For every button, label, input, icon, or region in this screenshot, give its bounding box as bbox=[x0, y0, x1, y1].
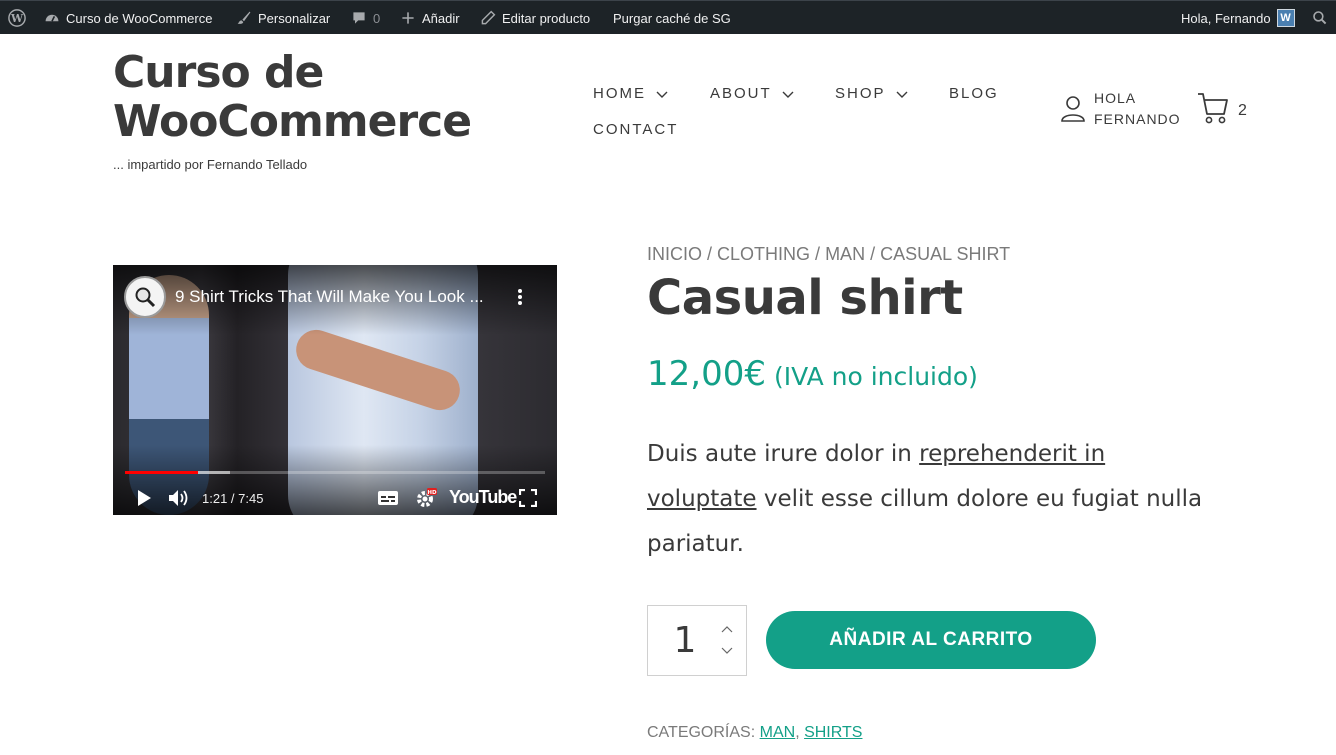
quantity-increase[interactable] bbox=[720, 624, 734, 634]
product-title: Casual shirt bbox=[647, 270, 963, 326]
nav-shop[interactable]: SHOP bbox=[835, 85, 908, 102]
account-greeting: HOLA bbox=[1094, 90, 1137, 106]
volume-icon bbox=[169, 490, 188, 506]
video-time: 1:21 / 7:45 bbox=[202, 491, 264, 506]
price-suffix: (IVA no incluido) bbox=[773, 362, 978, 391]
channel-avatar[interactable] bbox=[124, 276, 166, 318]
my-account-menu[interactable]: Hola, Fernando W bbox=[1181, 1, 1295, 35]
breadcrumb-separator: / bbox=[702, 244, 718, 264]
chevron-down-icon bbox=[721, 647, 733, 654]
cart-link[interactable]: 2 bbox=[1196, 90, 1247, 126]
fullscreen-icon bbox=[519, 489, 537, 507]
admin-bar: W Curso de WooCommerce Personalizar 0 Añ… bbox=[0, 0, 1336, 34]
breadcrumb-separator: / bbox=[865, 244, 881, 264]
customize-label: Personalizar bbox=[258, 10, 331, 26]
brush-icon bbox=[237, 11, 251, 24]
category-link-man[interactable]: MAN bbox=[760, 724, 796, 741]
subtitles-button[interactable] bbox=[377, 487, 399, 509]
admin-search[interactable] bbox=[1312, 1, 1328, 35]
breadcrumb-home[interactable]: INICIO bbox=[647, 244, 702, 264]
pencil-icon bbox=[481, 10, 496, 25]
gear-icon: HD bbox=[417, 488, 437, 507]
video-title[interactable]: 9 Shirt Tricks That Will Make You Look .… bbox=[175, 287, 505, 307]
site-name-menu[interactable]: Curso de WooCommerce bbox=[44, 1, 212, 35]
breadcrumb-man[interactable]: MAN bbox=[825, 244, 865, 264]
chevron-down-icon bbox=[656, 91, 668, 98]
video-progress-bar[interactable] bbox=[125, 471, 545, 474]
new-label: Añadir bbox=[422, 10, 460, 26]
plus-icon bbox=[402, 12, 414, 24]
account-link[interactable]: HOLA FERNANDO bbox=[1060, 88, 1181, 130]
admin-greeting: Hola, Fernando bbox=[1181, 10, 1271, 26]
quantity-input[interactable] bbox=[648, 606, 722, 675]
subtitles-icon bbox=[378, 491, 398, 505]
play-button[interactable] bbox=[133, 487, 155, 509]
category-separator: , bbox=[795, 724, 805, 741]
new-content-menu[interactable]: Añadir bbox=[400, 1, 460, 35]
avatar: W bbox=[1276, 9, 1295, 27]
play-icon bbox=[138, 490, 151, 506]
wordpress-logo[interactable]: W bbox=[8, 1, 26, 35]
customize-link[interactable]: Personalizar bbox=[236, 1, 330, 35]
quantity-stepper bbox=[647, 605, 747, 676]
purge-cache-link[interactable]: Purgar caché de SG bbox=[613, 1, 731, 35]
nav-about-label: ABOUT bbox=[710, 85, 772, 102]
wordpress-icon: W bbox=[8, 9, 26, 27]
volume-button[interactable] bbox=[167, 487, 191, 509]
edit-product-link[interactable]: Editar producto bbox=[480, 1, 590, 35]
categories-label: CATEGORÍAS: bbox=[647, 724, 756, 741]
product-short-description: Duis aute irure dolor in reprehenderit i… bbox=[647, 432, 1207, 567]
description-text-start: Duis aute irure dolor in bbox=[647, 441, 920, 467]
chevron-up-icon bbox=[721, 626, 733, 633]
purge-cache-label: Purgar caché de SG bbox=[613, 10, 731, 26]
dashboard-icon bbox=[45, 14, 59, 22]
price-amount: 12,00€ bbox=[647, 354, 766, 394]
breadcrumb-clothing[interactable]: CLOTHING bbox=[717, 244, 810, 264]
fullscreen-button[interactable] bbox=[517, 487, 539, 509]
breadcrumb-separator: / bbox=[810, 244, 826, 264]
nav-home-label: HOME bbox=[593, 85, 646, 102]
quantity-decrease[interactable] bbox=[720, 646, 734, 656]
site-title[interactable]: Curso de WooCommerce bbox=[113, 48, 493, 146]
add-to-cart-button[interactable]: AÑADIR AL CARRITO bbox=[766, 611, 1096, 669]
cart-icon bbox=[1198, 93, 1228, 124]
product-price: 12,00€ (IVA no incluido) bbox=[647, 354, 978, 394]
comment-icon bbox=[353, 12, 365, 24]
settings-button[interactable]: HD bbox=[413, 487, 439, 509]
magnifier-icon bbox=[135, 287, 156, 308]
svg-text:HD: HD bbox=[427, 490, 437, 496]
youtube-logo[interactable]: YouTube bbox=[449, 487, 517, 508]
chevron-down-icon bbox=[896, 91, 908, 98]
user-icon bbox=[1061, 96, 1085, 122]
product-video[interactable]: 9 Shirt Tricks That Will Make You Look .… bbox=[113, 265, 557, 515]
breadcrumb-current: CASUAL SHIRT bbox=[880, 244, 1011, 264]
nav-home[interactable]: HOME bbox=[593, 85, 668, 102]
nav-blog-label: BLOG bbox=[949, 85, 999, 102]
video-more-icon[interactable] bbox=[513, 287, 527, 307]
breadcrumb: INICIO / CLOTHING / MAN / CASUAL SHIRT bbox=[647, 244, 1010, 265]
video-played bbox=[125, 471, 199, 474]
account-name: FERNANDO bbox=[1094, 111, 1181, 127]
edit-product-label: Editar producto bbox=[502, 10, 591, 26]
nav-shop-label: SHOP bbox=[835, 85, 886, 102]
admin-site-name: Curso de WooCommerce bbox=[66, 10, 213, 26]
comments-link[interactable]: 0 bbox=[351, 1, 380, 35]
nav-blog[interactable]: BLOG bbox=[949, 85, 999, 102]
nav-about[interactable]: ABOUT bbox=[710, 85, 794, 102]
nav-contact[interactable]: CONTACT bbox=[593, 121, 678, 138]
nav-contact-label: CONTACT bbox=[593, 121, 679, 138]
comments-count: 0 bbox=[373, 10, 381, 26]
chevron-down-icon bbox=[782, 91, 794, 98]
cart-count: 2 bbox=[1238, 102, 1247, 119]
category-link-shirts[interactable]: SHIRTS bbox=[804, 724, 862, 741]
search-icon bbox=[1313, 11, 1327, 25]
product-categories: CATEGORÍAS: MAN, SHIRTS bbox=[647, 724, 862, 742]
site-tagline: ... impartido por Fernando Tellado bbox=[113, 157, 308, 172]
svg-text:W: W bbox=[10, 12, 24, 25]
